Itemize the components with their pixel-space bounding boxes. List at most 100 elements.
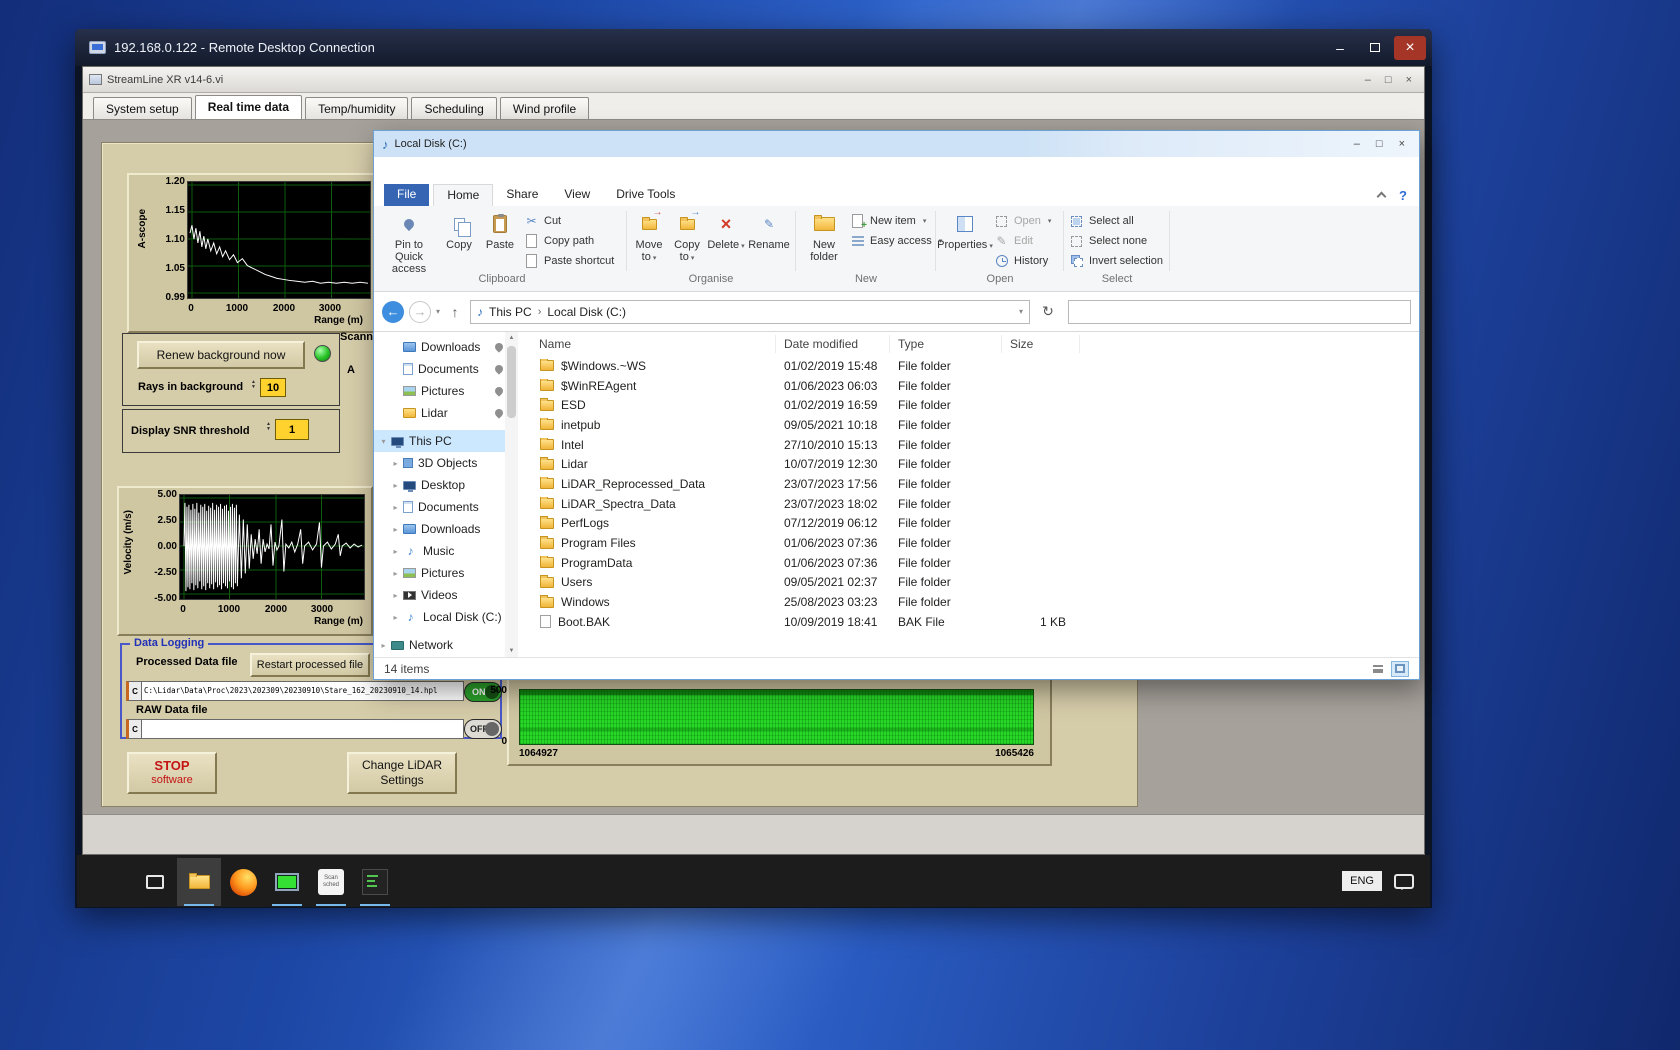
rays-in-background-value[interactable]: 10	[260, 378, 286, 397]
language-indicator[interactable]: ENG	[1342, 871, 1382, 891]
file-row[interactable]: $Windows.~WS 01/02/2019 15:48 File folde…	[518, 356, 1419, 376]
open-button[interactable]: Open ▾	[994, 212, 1051, 230]
nav-item[interactable]: ▸ Pictures	[374, 562, 518, 584]
nav-item[interactable]: ▸ Downloads	[374, 518, 518, 540]
paste-button[interactable]: Paste	[480, 209, 520, 251]
pin-to-quick-access-button[interactable]: Pin to Quick access	[380, 209, 438, 275]
explorer-minimize-button[interactable]: –	[1354, 138, 1360, 150]
expand-chevron-icon[interactable]: ▸	[390, 613, 401, 622]
forward-button[interactable]: →	[409, 300, 431, 323]
spin-down-icon[interactable]: ▼	[251, 385, 256, 390]
taskbar-scan-scheduler-button[interactable]: Scan sched	[309, 858, 353, 906]
copy-path-button[interactable]: Copy path	[524, 232, 594, 250]
streamline-titlebar[interactable]: StreamLine XR v14-6.vi – □ ×	[83, 67, 1424, 93]
ribbon-tab[interactable]: View	[551, 184, 603, 206]
nav-item[interactable]: Lidar	[374, 402, 518, 424]
ribbon-tab[interactable]: File	[384, 184, 430, 206]
rdp-titlebar[interactable]: 192.168.0.122 - Remote Desktop Connectio…	[75, 29, 1432, 66]
ribbon-tab[interactable]: Drive Tools	[603, 184, 688, 206]
recent-locations-icon[interactable]: ▾	[436, 307, 440, 316]
nav-item[interactable]: Documents	[374, 358, 518, 380]
scroll-down-icon[interactable]: ▼	[509, 648, 515, 654]
column-header[interactable]: Type	[890, 335, 1002, 353]
expand-chevron-icon[interactable]: ▸	[378, 641, 389, 650]
app-tab[interactable]: Wind profile	[499, 97, 590, 119]
file-row[interactable]: ESD 01/02/2019 16:59 File folder	[518, 395, 1419, 415]
address-box[interactable]: ♪ This PC › Local Disk (C:) ▾	[470, 299, 1031, 324]
taskbar-console-app-button[interactable]	[353, 858, 397, 906]
file-row[interactable]: Windows 25/08/2023 03:23 File folder	[518, 592, 1419, 612]
file-row[interactable]: ProgramData 01/06/2023 07:36 File folder	[518, 553, 1419, 573]
search-input[interactable]	[1068, 299, 1411, 324]
app-restore-button[interactable]: □	[1385, 74, 1392, 86]
edit-button[interactable]: ✎ Edit	[994, 232, 1033, 250]
rename-button[interactable]: ✎ Rename	[747, 209, 791, 251]
snr-threshold-value[interactable]: 1	[275, 419, 309, 440]
select-none-button[interactable]: Select none	[1069, 232, 1147, 250]
details-view-toggle[interactable]	[1369, 661, 1387, 677]
file-row[interactable]: Users 09/05/2021 02:37 File folder	[518, 573, 1419, 593]
back-button[interactable]: ←	[382, 300, 404, 323]
delete-button[interactable]: × Delete ▾	[707, 209, 745, 253]
file-row[interactable]: Intel 27/10/2010 15:13 File folder	[518, 435, 1419, 455]
nav-item[interactable]: ▸ Videos	[374, 584, 518, 606]
notification-center-icon[interactable]	[1394, 873, 1414, 890]
rdp-minimize-button[interactable]: –	[1324, 36, 1356, 60]
ribbon-tab[interactable]: Share	[493, 184, 551, 206]
snr-spinner[interactable]: ▲ ▼	[264, 422, 273, 432]
file-row[interactable]: PerfLogs 07/12/2019 06:12 File folder	[518, 514, 1419, 534]
processed-path-field[interactable]: C:\Lidar\Data\Proc\2023\202309\20230910\…	[142, 681, 464, 701]
copy-to-button[interactable]: → Copy to ▾	[669, 207, 705, 265]
help-icon[interactable]: ?	[1399, 188, 1407, 203]
app-tab[interactable]: Real time data	[194, 95, 303, 119]
nav-item[interactable]: ▸ Desktop	[374, 474, 518, 496]
column-header[interactable]: Name	[518, 335, 776, 353]
file-row[interactable]: Boot.BAK 10/09/2019 18:41 BAK File 1 KB	[518, 612, 1419, 632]
large-icons-view-toggle[interactable]	[1391, 660, 1409, 677]
file-row[interactable]: Program Files 01/06/2023 07:36 File fold…	[518, 533, 1419, 553]
expand-chevron-icon[interactable]: ▾	[378, 437, 389, 446]
app-tab[interactable]: Temp/humidity	[305, 97, 409, 119]
nav-item[interactable]: Downloads	[374, 336, 518, 358]
file-row[interactable]: LiDAR_Spectra_Data 23/07/2023 18:02 File…	[518, 494, 1419, 514]
new-item-button[interactable]: + New item ▾	[850, 212, 926, 231]
drive-select-button[interactable]: C	[126, 681, 142, 701]
spin-down-icon[interactable]: ▼	[266, 427, 271, 432]
file-row[interactable]: LiDAR_Reprocessed_Data 23/07/2023 17:56 …	[518, 474, 1419, 494]
address-dropdown-icon[interactable]: ▾	[1019, 307, 1023, 316]
breadcrumb-location[interactable]: Local Disk (C:)	[547, 305, 626, 319]
expand-chevron-icon[interactable]: ▸	[390, 591, 401, 600]
cut-button[interactable]: ✂ Cut	[524, 212, 561, 230]
app-close-button[interactable]: ×	[1406, 74, 1412, 86]
rdp-close-button[interactable]: ×	[1394, 35, 1426, 60]
easy-access-button[interactable]: Easy access ▾	[850, 232, 942, 250]
task-view-button[interactable]	[133, 858, 177, 906]
app-tab[interactable]: Scheduling	[411, 97, 497, 119]
rays-spinner[interactable]: ▲ ▼	[249, 380, 258, 390]
app-minimize-button[interactable]: –	[1365, 74, 1371, 86]
file-row[interactable]: Lidar 10/07/2019 12:30 File folder	[518, 454, 1419, 474]
new-folder-button[interactable]: New folder	[801, 209, 847, 263]
file-row[interactable]: inetpub 09/05/2021 10:18 File folder	[518, 415, 1419, 435]
taskbar-file-explorer-button[interactable]	[177, 858, 221, 906]
explorer-maximize-button[interactable]: □	[1376, 138, 1383, 150]
expand-chevron-icon[interactable]: ▸	[390, 503, 401, 512]
expand-chevron-icon[interactable]: ▸	[390, 569, 401, 578]
rdp-restore-button[interactable]	[1359, 36, 1391, 60]
up-button[interactable]: ↑	[445, 304, 465, 320]
nav-item[interactable]: ▸ 3D Objects	[374, 452, 518, 474]
ribbon-tab[interactable]: Home	[433, 184, 494, 206]
collapse-ribbon-icon[interactable]	[1376, 191, 1387, 202]
refresh-icon[interactable]: ↻	[1035, 303, 1061, 320]
app-tab[interactable]: System setup	[93, 97, 192, 119]
taskbar-firefox-button[interactable]	[221, 858, 265, 906]
expand-chevron-icon[interactable]: ▸	[390, 459, 401, 468]
properties-button[interactable]: Properties ▾	[937, 209, 993, 253]
change-lidar-settings-button[interactable]: Change LiDAR Settings	[347, 752, 457, 794]
raw-path-field[interactable]	[142, 719, 464, 739]
expand-chevron-icon[interactable]: ▸	[390, 525, 401, 534]
file-row[interactable]: $WinREAgent 01/06/2023 06:03 File folder	[518, 376, 1419, 396]
nav-item[interactable]: Pictures	[374, 380, 518, 402]
drive-select-button[interactable]: C	[126, 719, 142, 739]
paste-shortcut-button[interactable]: Paste shortcut	[524, 252, 614, 270]
